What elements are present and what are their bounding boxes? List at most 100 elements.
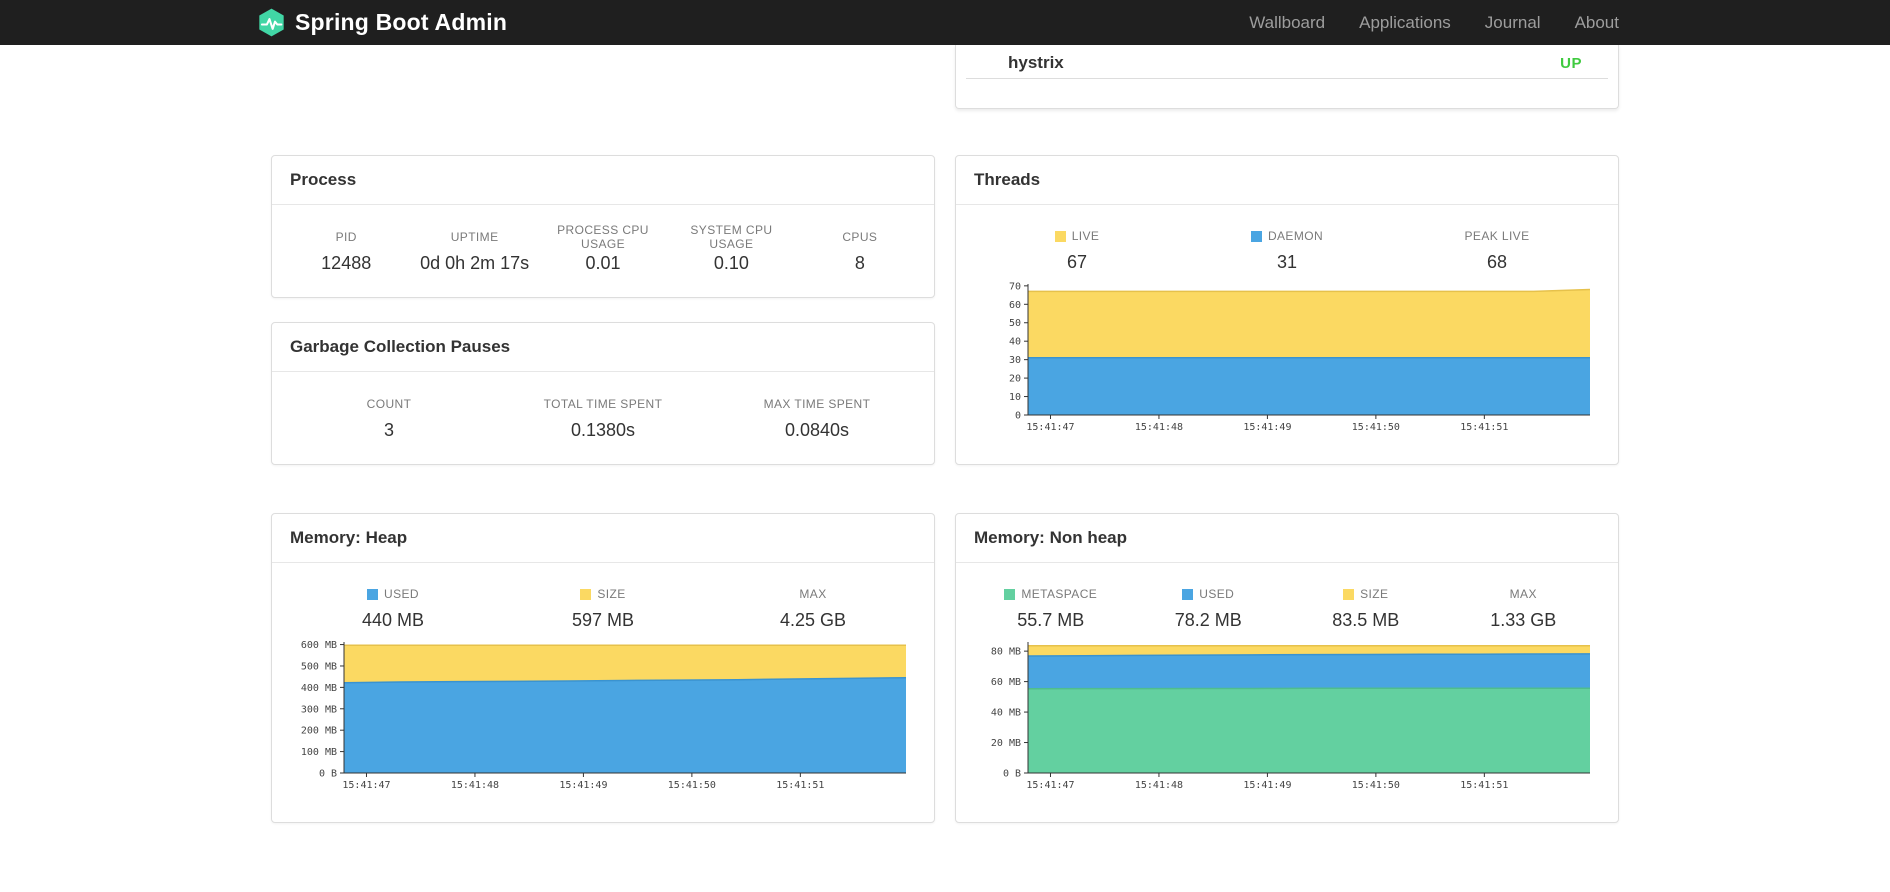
stat-value: 31	[1276, 252, 1298, 272]
applications-panel-partial: hystrix UP	[955, 45, 1619, 109]
memory-heap-panel: Memory: Heap USED 440 MB SIZE 597 MB MAX…	[271, 513, 935, 823]
svg-text:15:41:49: 15:41:49	[1243, 422, 1291, 433]
svg-text:70: 70	[1009, 281, 1021, 292]
stat-label-text: LIVE	[1071, 229, 1100, 243]
left-column: Process PID 12488 UPTIME 0d 0h 2m 17s PR…	[271, 45, 935, 823]
threads-stats: LIVE 67 DAEMON 31 PEAK LIVE 68	[972, 229, 1602, 273]
stat-value: 0.01	[585, 252, 621, 273]
stat-label-text: PROCESS CPU USAGE	[557, 222, 649, 251]
nav-item-journal[interactable]: Journal	[1485, 13, 1541, 33]
memory-nonheap-panel: Memory: Non heap METASPACE 55.7 MB USED …	[955, 513, 1619, 823]
stat-gc-total-time: TOTAL TIME SPENT 0.1380s	[496, 397, 710, 441]
stat-nonheap-used: USED 78.2 MB	[1130, 587, 1288, 631]
svg-text:0: 0	[1015, 411, 1021, 422]
svg-text:15:41:48: 15:41:48	[1135, 780, 1183, 791]
heap-stats: USED 440 MB SIZE 597 MB MAX 4.25 GB	[288, 587, 918, 631]
stat-label-text: SYSTEM CPU USAGE	[690, 222, 773, 251]
stat-heap-max: MAX 4.25 GB	[708, 587, 918, 631]
process-panel-body: PID 12488 UPTIME 0d 0h 2m 17s PROCESS CP…	[272, 205, 934, 298]
stat-label: DAEMON	[1182, 229, 1392, 243]
stat-threads-daemon: DAEMON 31	[1182, 229, 1392, 273]
stat-label-text: DAEMON	[1267, 229, 1324, 243]
svg-text:200 MB: 200 MB	[301, 726, 337, 737]
svg-text:15:41:47: 15:41:47	[342, 780, 390, 791]
legend-swatch-live	[1054, 230, 1066, 242]
heap-panel-body: USED 440 MB SIZE 597 MB MAX 4.25 GB 0 B …	[272, 563, 934, 791]
stat-label-text: USED	[384, 587, 419, 601]
nav-links: Wallboard Applications Journal About	[1249, 13, 1619, 33]
threads-panel: Threads LIVE 67 DAEMON 31 PEAK LIVE 68 0…	[955, 155, 1619, 465]
nav-item-wallboard[interactable]: Wallboard	[1249, 13, 1325, 33]
svg-text:40 MB: 40 MB	[991, 708, 1021, 719]
stat-label: METASPACE	[972, 587, 1130, 601]
svg-text:15:41:47: 15:41:47	[1026, 422, 1074, 433]
stat-cpus: CPUS 8	[796, 230, 924, 274]
stat-label-text: COUNT	[366, 396, 412, 411]
stat-value: 0d 0h 2m 17s	[420, 252, 530, 273]
legend-swatch-daemon	[1250, 230, 1262, 242]
application-row-hystrix[interactable]: hystrix UP	[966, 48, 1608, 79]
stat-gc-count: COUNT 3	[282, 397, 496, 441]
svg-text:50: 50	[1009, 318, 1021, 329]
stat-value: 0.1380s	[570, 419, 636, 440]
navbar: Spring Boot Admin Wallboard Applications…	[0, 0, 1890, 45]
stat-value: 68	[1486, 252, 1508, 272]
svg-text:15:41:50: 15:41:50	[1352, 422, 1400, 433]
stat-label: UPTIME	[410, 230, 538, 244]
threads-panel-body: LIVE 67 DAEMON 31 PEAK LIVE 68 0 10 20 3…	[956, 205, 1618, 433]
svg-text:600 MB: 600 MB	[301, 640, 337, 651]
stat-value: 440 MB	[361, 610, 425, 630]
panel-title-text: Memory: Heap	[290, 528, 408, 547]
stat-label: COUNT	[282, 397, 496, 411]
stat-label-text: MAX	[1509, 587, 1537, 601]
svg-text:15:41:48: 15:41:48	[1135, 422, 1183, 433]
stat-heap-used: USED 440 MB	[288, 587, 498, 631]
stat-label: SIZE	[1287, 587, 1445, 601]
threads-chart: 0 10 20 30 40 50 60 70 15:41:47 15:41:48 15:41:49 1…	[972, 281, 1602, 433]
stat-label: MAX	[708, 587, 918, 601]
stat-label: SYSTEM CPU USAGE	[667, 223, 795, 251]
stat-label: USED	[288, 587, 498, 601]
panel-title-text: Garbage Collection Pauses	[290, 337, 511, 356]
svg-text:60: 60	[1009, 300, 1021, 311]
stat-system-cpu-usage: SYSTEM CPU USAGE 0.10	[667, 223, 795, 274]
stat-label-text: TOTAL TIME SPENT	[543, 396, 663, 411]
stat-label: CPUS	[796, 230, 924, 244]
svg-text:15:41:51: 15:41:51	[1460, 780, 1508, 791]
process-panel-title: Process	[272, 156, 934, 205]
nav-item-applications[interactable]: Applications	[1359, 13, 1451, 33]
stat-label: LIVE	[972, 229, 1182, 243]
stat-label-text: SIZE	[597, 587, 626, 601]
svg-text:60 MB: 60 MB	[991, 677, 1021, 688]
nav-item-about[interactable]: About	[1575, 13, 1619, 33]
brand[interactable]: Spring Boot Admin	[257, 8, 507, 37]
stat-value: 67	[1066, 252, 1088, 272]
stat-label-text: MAX TIME SPENT	[763, 396, 871, 411]
stat-value: 0.0840s	[784, 419, 850, 440]
stat-value: 1.33 GB	[1490, 610, 1557, 630]
stat-value: 3	[383, 419, 394, 440]
stat-label: MAX	[1445, 587, 1603, 601]
navbar-inner: Spring Boot Admin Wallboard Applications…	[259, 0, 1619, 45]
stat-uptime: UPTIME 0d 0h 2m 17s	[410, 230, 538, 274]
stat-value: 12488	[321, 252, 372, 273]
stat-label: PROCESS CPU USAGE	[539, 223, 667, 251]
legend-swatch-used	[367, 588, 379, 600]
stat-label: TOTAL TIME SPENT	[496, 397, 710, 411]
svg-text:15:41:50: 15:41:50	[1352, 780, 1400, 791]
stat-value: 78.2 MB	[1174, 610, 1242, 630]
stat-label-text: METASPACE	[1021, 587, 1098, 601]
svg-text:40: 40	[1009, 337, 1021, 348]
threads-panel-title: Threads	[956, 156, 1618, 205]
legend-swatch-metaspace	[1004, 588, 1016, 600]
svg-text:80 MB: 80 MB	[991, 647, 1021, 658]
stat-value: 55.7 MB	[1017, 610, 1085, 630]
stat-value: 4.25 GB	[779, 610, 847, 630]
panel-title-text: Process	[290, 170, 357, 189]
stat-value: 83.5 MB	[1332, 610, 1400, 630]
svg-text:500 MB: 500 MB	[301, 661, 337, 672]
stat-threads-peak-live: PEAK LIVE 68	[1392, 229, 1602, 273]
stat-label-text: UPTIME	[450, 229, 499, 244]
svg-text:20: 20	[1009, 374, 1021, 385]
memory-heap-chart: 0 B 100 MB 200 MB 300 MB 400 MB 500 MB 600 MB 1…	[288, 639, 918, 791]
